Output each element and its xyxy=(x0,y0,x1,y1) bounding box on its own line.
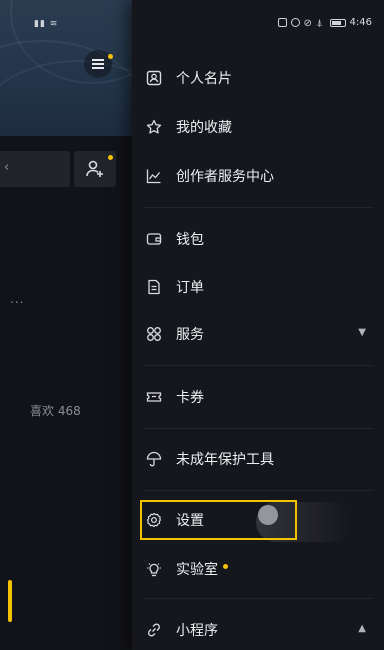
menu-item-label: 实验室 xyxy=(176,562,218,578)
side-drawer: ⊘ ⍋ 4:46 个人名片 我的收藏 创作者服务中心 钱包 订单 服务 ▼ 卡券… xyxy=(132,0,384,650)
notification-dot xyxy=(108,54,113,59)
menu-item-label: 创作者服务中心 xyxy=(176,169,274,185)
signal-icon: ⍋ xyxy=(316,18,323,29)
menu-item-lab[interactable]: 实验室 xyxy=(144,555,366,583)
chevron-up-icon: ▲ xyxy=(358,623,366,634)
menu-item-label: 未成年保护工具 xyxy=(176,452,274,468)
more-ellipsis: ... xyxy=(10,292,25,306)
menu-item-services[interactable]: 服务 ▼ xyxy=(144,320,366,348)
menu-item-mini-programs[interactable]: 小程序 ▲ xyxy=(144,616,366,644)
lab-new-dot xyxy=(223,563,228,569)
menu-item-label: 卡券 xyxy=(176,390,204,406)
menu-item-minor-protection[interactable]: 未成年保护工具 xyxy=(144,445,366,473)
divider xyxy=(144,598,374,599)
menu-item-label: 个人名片 xyxy=(176,71,232,87)
gear-icon xyxy=(144,510,164,530)
ticket-icon xyxy=(144,387,164,407)
menu-item-coupons[interactable]: 卡券 xyxy=(144,383,366,411)
menu-item-wallet[interactable]: 钱包 xyxy=(144,225,366,253)
menu-item-label: 钱包 xyxy=(176,232,204,248)
divider xyxy=(144,365,374,366)
divider xyxy=(144,207,374,208)
umbrella-icon xyxy=(144,449,164,469)
grid-services-icon xyxy=(144,324,164,344)
nfc-icon xyxy=(277,18,287,27)
star-icon xyxy=(144,117,164,137)
add-user-icon xyxy=(86,160,103,177)
menu-item-label: 小程序 xyxy=(176,623,218,639)
add-friend-dot xyxy=(108,155,113,160)
yellow-tab-marker xyxy=(8,580,12,622)
divider xyxy=(144,490,374,491)
divider xyxy=(144,428,374,429)
signal-wifi-icon: ▮▮ ≋ xyxy=(34,19,59,29)
menu-item-business-card[interactable]: 个人名片 xyxy=(144,64,366,92)
menu-item-orders[interactable]: 订单 xyxy=(144,273,366,301)
person-card-icon xyxy=(144,68,164,88)
alarm-icon xyxy=(290,18,300,27)
menu-item-label: 订单 xyxy=(176,280,204,296)
chevron-down-icon: ▼ xyxy=(358,327,366,338)
menu-item-favorites[interactable]: 我的收藏 xyxy=(144,113,366,141)
chart-line-icon xyxy=(144,166,164,186)
battery-icon xyxy=(329,18,346,27)
menu-item-label: 我的收藏 xyxy=(176,120,232,136)
menu-item-label: 服务 xyxy=(176,327,204,343)
link-icon xyxy=(144,620,164,640)
status-bar: ⊘ ⍋ 4:46 xyxy=(277,17,372,29)
app-frame: ▮▮ ≋ ‹ ... 喜欢 468 ⊘ ⍋ 4:46 个人名片 我的收藏 创作者… xyxy=(0,0,384,650)
lightbulb-icon xyxy=(144,559,164,579)
mute-icon: ⊘ xyxy=(303,18,312,29)
profile-header-banner xyxy=(0,0,140,136)
order-doc-icon xyxy=(144,277,164,297)
edit-profile-button[interactable]: ‹ xyxy=(0,151,70,187)
menu-item-label: 设置 xyxy=(176,513,204,529)
likes-count: 喜欢 468 xyxy=(30,404,81,418)
status-time: 4:46 xyxy=(349,17,372,28)
chevron-icon: ‹ xyxy=(4,160,10,175)
hamburger-icon xyxy=(92,59,104,69)
wallet-icon xyxy=(144,229,164,249)
menu-item-settings[interactable]: 设置 xyxy=(144,506,366,534)
menu-item-creator-center[interactable]: 创作者服务中心 xyxy=(144,162,366,190)
